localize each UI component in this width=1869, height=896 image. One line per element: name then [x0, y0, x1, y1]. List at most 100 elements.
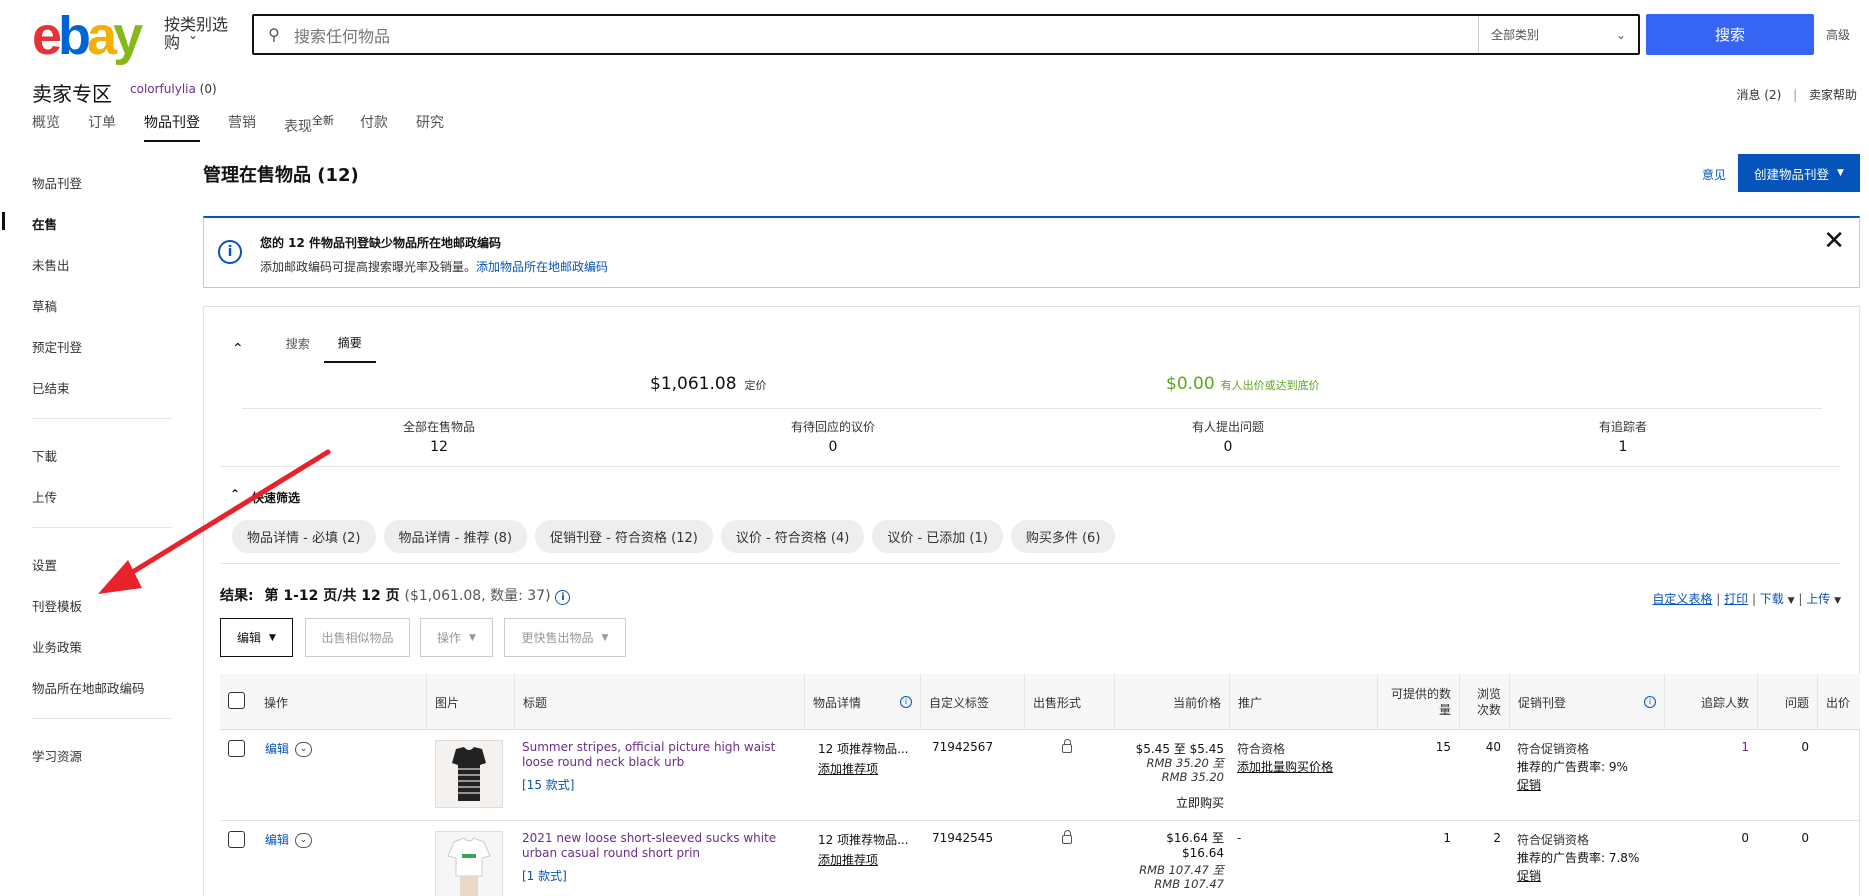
- shop-by-category-button[interactable]: 按类别选购 ⌄: [164, 16, 234, 52]
- new-badge: 全新: [312, 114, 334, 127]
- sell-similar-button[interactable]: 出售相似物品: [305, 618, 410, 657]
- sidebar-item-download[interactable]: 下載: [32, 446, 57, 465]
- filter-chip[interactable]: 议价 - 已添加 (1): [872, 520, 1003, 553]
- filter-chip[interactable]: 购买多件 (6): [1010, 520, 1116, 553]
- select-all-checkbox[interactable]: [228, 692, 245, 709]
- edit-link[interactable]: 编辑: [265, 742, 289, 756]
- sell-faster-button[interactable]: 更快售出物品 ▼: [504, 618, 626, 657]
- sidebar-item-listing-templates[interactable]: 刊登模板: [32, 596, 82, 615]
- category-select[interactable]: 全部类别 ⌄: [1478, 16, 1638, 53]
- results-summary: 结果: 第 1-12 页/共 12 页 ($1,061.08, 数量: 37) …: [220, 585, 571, 605]
- feedback-link[interactable]: 意见: [1702, 166, 1726, 183]
- create-listing-button[interactable]: 创建物品刊登 ▼: [1738, 154, 1860, 192]
- col-questions[interactable]: 问题: [1757, 674, 1817, 730]
- tab-payments[interactable]: 付款: [360, 112, 388, 142]
- sidebar-item-listings[interactable]: 物品刊登: [32, 173, 82, 192]
- item-photo[interactable]: [435, 831, 503, 896]
- advanced-search-link[interactable]: 高级: [1826, 26, 1850, 43]
- info-icon: i: [218, 240, 242, 264]
- item-photo[interactable]: [435, 740, 503, 808]
- upload-link[interactable]: 上传 ▼: [1806, 592, 1841, 606]
- search-button[interactable]: 搜索: [1646, 14, 1814, 55]
- col-promoted-listings[interactable]: 促销刊登 i: [1509, 674, 1664, 730]
- promote-link[interactable]: 促销: [1517, 776, 1541, 793]
- tab-summary[interactable]: 摘要: [323, 334, 376, 363]
- stat-offers-pending[interactable]: 有待回应的议价 0: [733, 418, 933, 455]
- tab-marketing[interactable]: 营销: [228, 112, 256, 142]
- col-item-specifics[interactable]: 物品详情 i: [804, 674, 920, 730]
- sidebar-item-scheduled[interactable]: 预定刊登: [32, 337, 82, 356]
- add-recommended-link[interactable]: 添加推荐项: [818, 760, 878, 777]
- add-zip-link[interactable]: 添加物品所在地邮政编码: [476, 260, 608, 274]
- tab-listings[interactable]: 物品刊登: [144, 112, 200, 142]
- stat-label: 全部在售物品: [402, 420, 475, 434]
- col-photo[interactable]: 图片: [426, 674, 514, 730]
- sidebar-item-item-location-zip[interactable]: 物品所在地邮政编码: [32, 678, 145, 697]
- watchers-count[interactable]: 1: [1664, 740, 1749, 754]
- tab-search[interactable]: 搜索: [272, 335, 324, 362]
- tab-performance[interactable]: 表现 全新: [284, 114, 334, 146]
- col-format[interactable]: 出售形式: [1024, 674, 1114, 730]
- download-link[interactable]: 下载 ▼: [1760, 592, 1795, 606]
- chevron-down-icon[interactable]: ⌄: [295, 833, 313, 848]
- chevron-down-icon[interactable]: ⌄: [295, 742, 313, 757]
- col-views[interactable]: 浏览次数: [1459, 674, 1509, 730]
- col-current-price[interactable]: 当前价格: [1114, 674, 1229, 730]
- actions-button[interactable]: 操作 ▼: [420, 618, 493, 657]
- seller-help-link[interactable]: 卖家帮助: [1809, 88, 1857, 102]
- close-icon[interactable]: ✕: [1823, 226, 1845, 256]
- logo-letter: e: [32, 6, 62, 66]
- stat-all-active[interactable]: 全部在售物品 12: [339, 418, 539, 455]
- add-recommended-link[interactable]: 添加推荐项: [818, 851, 878, 868]
- filter-chip[interactable]: 物品详情 - 推荐 (8): [383, 520, 528, 553]
- info-icon[interactable]: i: [1644, 696, 1656, 708]
- col-title[interactable]: 标题: [514, 674, 804, 730]
- sidebar-item-learning[interactable]: 学习资源: [32, 746, 82, 765]
- customize-table-link[interactable]: 自定义表格: [1652, 592, 1712, 606]
- sidebar-item-business-policies[interactable]: 业务政策: [32, 637, 82, 656]
- item-title-link[interactable]: 2021 new loose short-sleeved sucks white…: [522, 831, 792, 861]
- row-checkbox[interactable]: [228, 831, 245, 848]
- sidebar-item-upload[interactable]: 上传: [32, 487, 57, 506]
- sidebar-item-ended[interactable]: 已结束: [32, 378, 70, 397]
- col-bids[interactable]: 出价: [1817, 674, 1860, 730]
- table-row: 编辑 ⌄ 2021 new loose short-sleeved sucks w…: [220, 821, 1860, 896]
- filter-chip[interactable]: 议价 - 符合资格 (4): [720, 520, 865, 553]
- sidebar-item-drafts[interactable]: 草稿: [32, 296, 57, 315]
- filter-chip[interactable]: 促销刊登 - 符合资格 (12): [535, 520, 713, 553]
- sidebar-item-active[interactable]: 在售: [32, 214, 57, 233]
- col-available-qty[interactable]: 可提供的数量: [1377, 674, 1459, 730]
- promote-link[interactable]: 促销: [1517, 867, 1541, 884]
- col-actions[interactable]: 操作: [256, 674, 426, 730]
- tab-research[interactable]: 研究: [416, 112, 444, 142]
- messages-link[interactable]: 消息 (2): [1736, 88, 1781, 102]
- add-bulk-price-link[interactable]: 添加批量购买价格: [1237, 758, 1333, 775]
- filter-chip[interactable]: 物品详情 - 必填 (2): [232, 520, 376, 553]
- search-input[interactable]: 搜索任何物品: [294, 23, 1478, 47]
- edit-button[interactable]: 编辑 ▼: [220, 618, 293, 657]
- tab-overview[interactable]: 概览: [32, 112, 60, 142]
- col-watchers[interactable]: 追踪人数: [1664, 674, 1757, 730]
- col-custom-label[interactable]: 自定义标签: [920, 674, 1024, 730]
- stat-watchers[interactable]: 有追踪者 1: [1523, 418, 1723, 455]
- seller-username[interactable]: colorfulylia (0): [130, 82, 217, 96]
- sidebar-item-settings[interactable]: 设置: [32, 555, 57, 574]
- info-icon[interactable]: i: [555, 590, 571, 605]
- collapse-chevron-icon[interactable]: ⌃: [232, 341, 244, 357]
- variants-link[interactable]: [15 款式]: [522, 776, 574, 793]
- info-icon[interactable]: i: [900, 696, 912, 708]
- variants-link[interactable]: [1 款式]: [522, 867, 567, 884]
- quick-filter-header[interactable]: ⌃ 快速筛选: [230, 487, 300, 506]
- stat-questions[interactable]: 有人提出问题 0: [1128, 418, 1328, 455]
- collapse-chevron-icon: ⌃: [230, 487, 241, 501]
- row-edit: 编辑 ⌄: [265, 740, 313, 757]
- row-checkbox[interactable]: [228, 740, 245, 757]
- lock-icon: [1062, 739, 1072, 756]
- sidebar-item-unsold[interactable]: 未售出: [32, 255, 70, 274]
- tab-orders[interactable]: 订单: [88, 112, 116, 142]
- col-promoted[interactable]: 推广: [1229, 674, 1377, 730]
- edit-link[interactable]: 编辑: [265, 833, 289, 847]
- item-title-link[interactable]: Summer stripes, official picture high wa…: [522, 740, 792, 770]
- print-link[interactable]: 打印: [1724, 592, 1748, 606]
- ebay-logo[interactable]: ebay: [32, 6, 143, 66]
